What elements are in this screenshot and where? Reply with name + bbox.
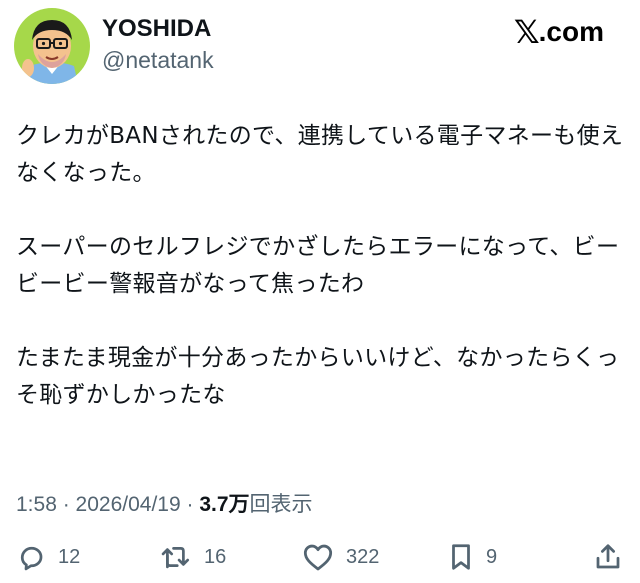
display-name[interactable]: YOSHIDA <box>102 15 211 43</box>
tweet-time[interactable]: 1:58 <box>16 493 57 516</box>
repost-count: 16 <box>204 545 227 568</box>
like-count: 322 <box>346 545 380 568</box>
tweet-paragraph: スーパーのセルフレジでかざしたらエラーになって、ビービービー警報音がなって焦った… <box>16 234 620 297</box>
share-icon <box>596 544 620 569</box>
tweet-meta: 1:58 · 2026/04/19 · 3.7万回表示 <box>16 492 313 518</box>
views-label: 回表示 <box>249 493 313 516</box>
x-logo-suffix: .com <box>538 16 604 47</box>
meta-separator: · <box>180 493 200 516</box>
avatar[interactable] <box>14 8 90 84</box>
share-button[interactable] <box>594 541 622 573</box>
x-logo: 𝕏 .com <box>514 16 604 48</box>
reply-icon <box>20 546 43 571</box>
reply-button[interactable]: 12 <box>16 541 80 573</box>
repost-button[interactable]: 16 <box>160 541 226 573</box>
tweet-date[interactable]: 2026/04/19 <box>76 493 181 516</box>
bookmark-icon <box>452 544 470 570</box>
action-bar: 12 16 322 9 <box>0 535 640 579</box>
tweet-text: クレカがBANされたので、連携している電子マネーも使えなくなった。 スーパーのセ… <box>16 118 626 414</box>
tweet-header: YOSHIDA @netatank 𝕏 .com <box>0 0 640 100</box>
reply-count: 12 <box>58 545 81 568</box>
bookmark-count: 9 <box>486 545 498 568</box>
user-handle[interactable]: @netatank <box>102 46 214 74</box>
tweet-paragraph: クレカがBANされたので、連携している電子マネーも使えなくなった。 <box>16 123 624 186</box>
meta-separator: · <box>56 493 76 516</box>
bookmark-button[interactable]: 9 <box>448 541 497 573</box>
repost-icon <box>161 547 190 569</box>
x-icon: 𝕏 <box>513 13 540 51</box>
like-button[interactable]: 322 <box>302 541 379 573</box>
heart-icon <box>303 544 333 571</box>
tweet-paragraph: たまたま現金が十分あったからいいけど、なかったらくっそ恥ずかしかったな <box>16 345 620 408</box>
views-count: 3.7万 <box>199 493 250 516</box>
avatar-illustration <box>14 8 90 84</box>
